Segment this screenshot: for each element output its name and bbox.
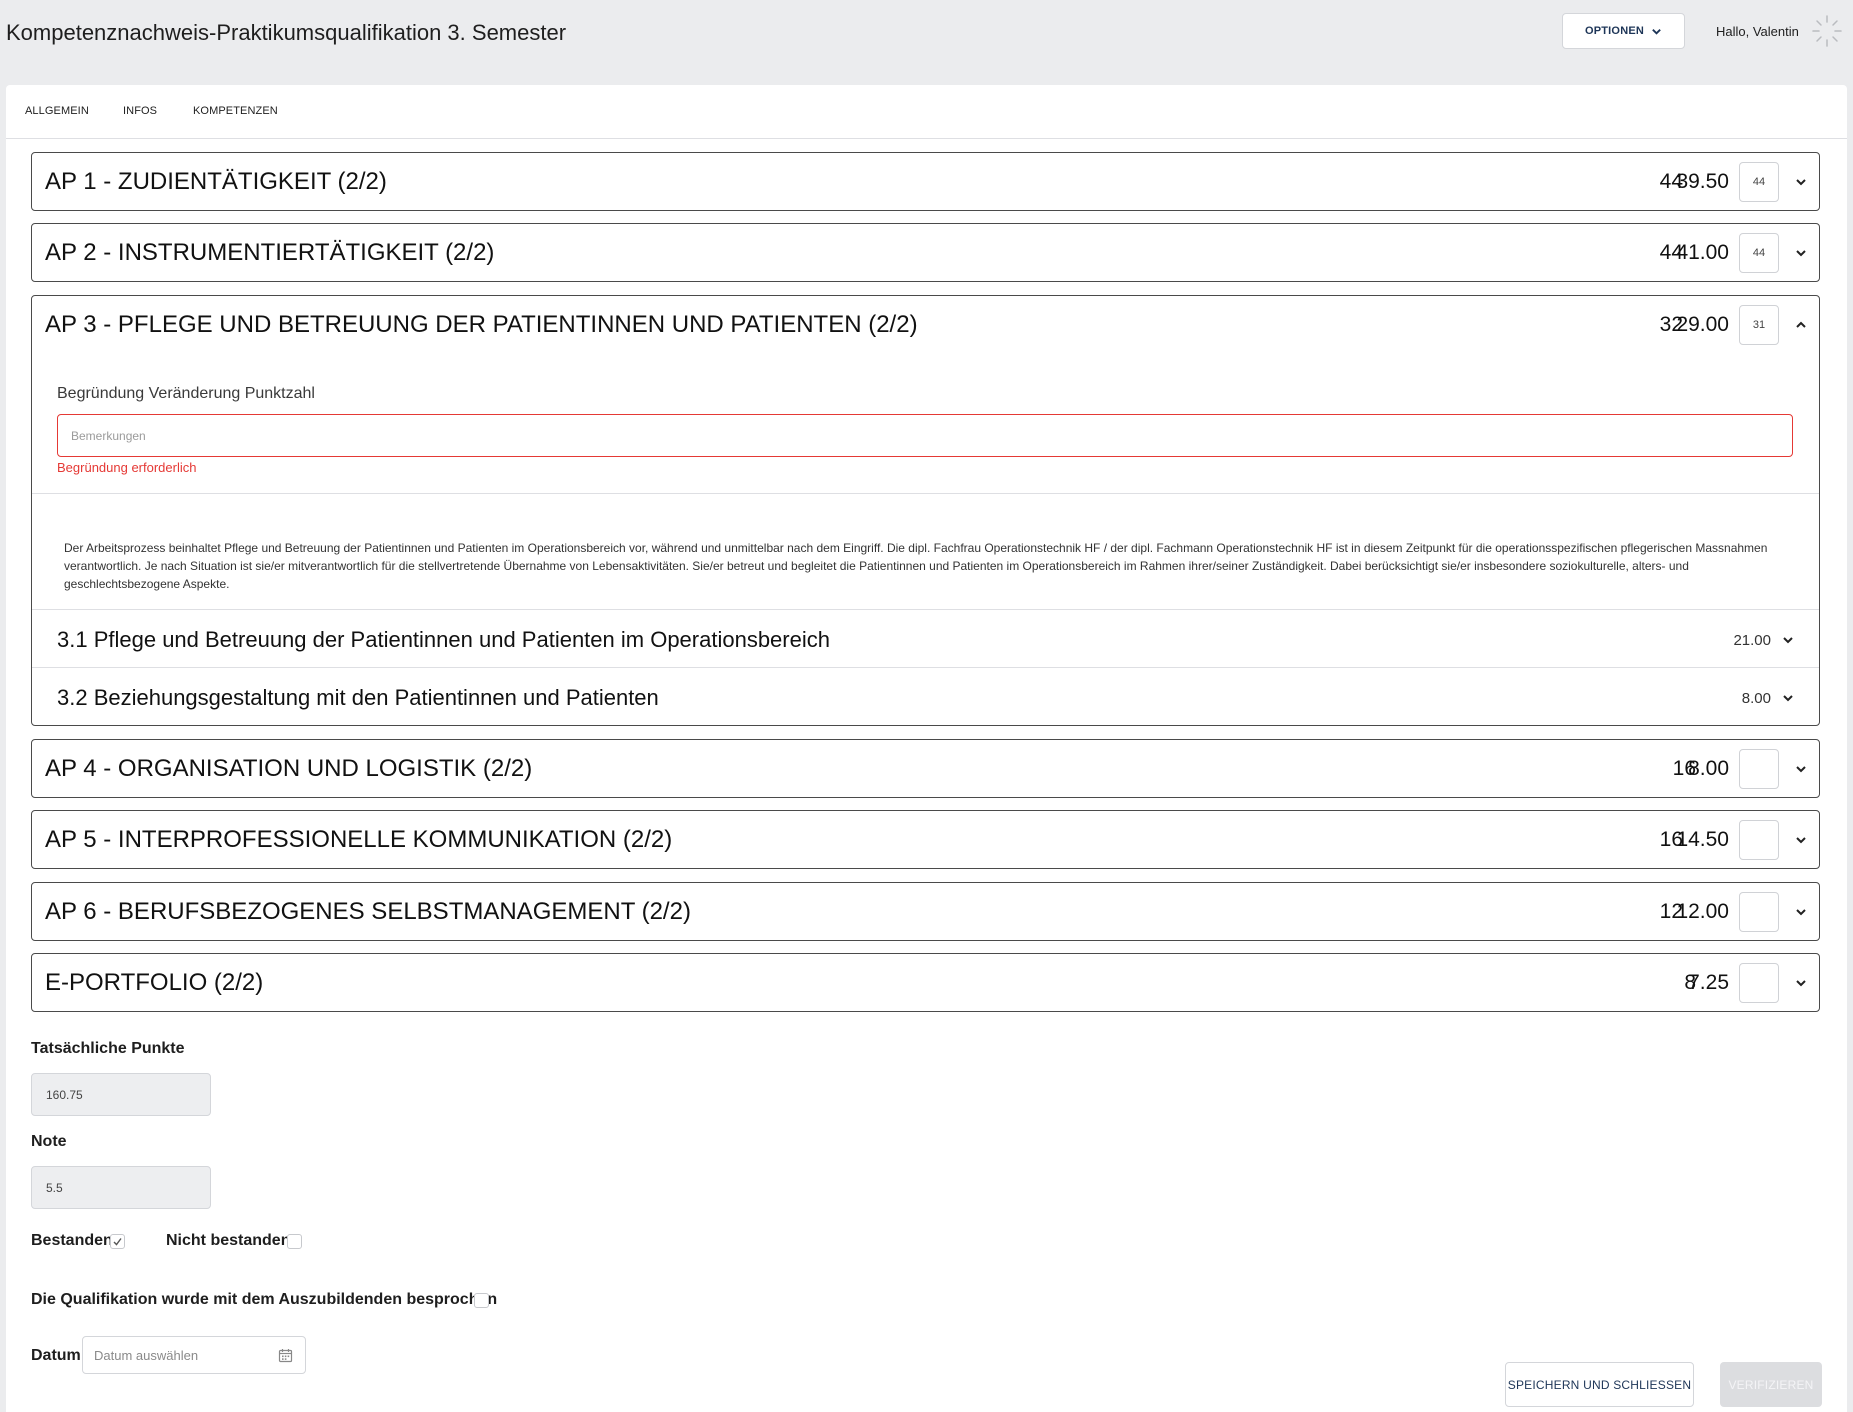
checkmark-icon xyxy=(113,1238,122,1246)
points-input[interactable] xyxy=(1739,892,1779,932)
points-input[interactable]: 44 xyxy=(1739,162,1779,202)
divider xyxy=(32,609,1819,610)
chevron-down-icon[interactable] xyxy=(1794,833,1808,847)
subsection-title: 3.1 Pflege und Betreuung der Patientinne… xyxy=(57,627,830,652)
panel-title: AP 3 - PFLEGE UND BETREUUNG DER PATIENTI… xyxy=(45,311,918,338)
calendar-icon[interactable] xyxy=(278,1348,293,1363)
panel-title: AP 2 - INSTRUMENTIERTÄTIGKEIT (2/2) xyxy=(45,239,495,266)
remarks-input[interactable] xyxy=(57,414,1793,457)
grade-field: 5.5 xyxy=(31,1166,211,1209)
panel-ap6[interactable]: AP 6 - BERUFSBEZOGENES SELBSTMANAGEMENT … xyxy=(31,882,1820,941)
panel-title: AP 1 - ZUDIENTÄTIGKEIT (2/2) xyxy=(45,168,387,195)
options-button[interactable]: OPTIONEN xyxy=(1562,13,1685,49)
date-placeholder: Datum auswählen xyxy=(94,1348,199,1363)
tab-bar: ALLGEMEIN INFOS KOMPETENZEN xyxy=(6,85,1847,139)
date-picker-input[interactable]: Datum auswählen xyxy=(82,1336,306,1374)
panel-achieved-points: 39.50 xyxy=(1676,170,1729,193)
panel-ap1[interactable]: AP 1 - ZUDIENTÄTIGKEIT (2/2) 44 39.50 44 xyxy=(31,152,1820,211)
options-button-label: OPTIONEN xyxy=(1584,25,1645,37)
panel-ap2[interactable]: AP 2 - INSTRUMENTIERTÄTIGKEIT (2/2) 44 4… xyxy=(31,223,1820,282)
points-input[interactable]: 31 xyxy=(1739,305,1779,345)
points-input[interactable] xyxy=(1739,749,1779,789)
panel-title: AP 5 - INTERPROFESSIONELLE KOMMUNIKATION… xyxy=(45,826,673,853)
panel-achieved-points: 14.50 xyxy=(1676,828,1729,851)
tab-allgemein[interactable]: ALLGEMEIN xyxy=(25,105,89,117)
discussed-label: Die Qualifikation wurde mit dem Auszubil… xyxy=(31,1291,498,1308)
divider xyxy=(32,493,1819,494)
panel-e-portfolio[interactable]: E-PORTFOLIO (2/2) 8 7.25 xyxy=(31,953,1820,1012)
panel-ap3: AP 3 - PFLEGE UND BETREUUNG DER PATIENTI… xyxy=(31,295,1820,726)
panel-achieved-points: 8.00 xyxy=(1688,757,1729,780)
divider xyxy=(32,667,1819,668)
chevron-down-icon[interactable] xyxy=(1794,762,1808,776)
avatar-loading-icon[interactable] xyxy=(1810,13,1844,49)
panel-ap3-header[interactable]: AP 3 - PFLEGE UND BETREUUNG DER PATIENTI… xyxy=(32,296,1819,353)
panel-ap5[interactable]: AP 5 - INTERPROFESSIONELLE KOMMUNIKATION… xyxy=(31,810,1820,869)
grade-label: Note xyxy=(31,1133,67,1150)
chevron-down-icon[interactable] xyxy=(1781,691,1795,705)
reason-label: Begründung Veränderung Punktzahl xyxy=(57,385,315,402)
panel-ap4[interactable]: AP 4 - ORGANISATION UND LOGISTIK (2/2) 1… xyxy=(31,739,1820,798)
passed-checkbox[interactable] xyxy=(110,1234,125,1249)
passed-label: Bestanden xyxy=(31,1232,113,1249)
panel-achieved-points: 29.00 xyxy=(1676,313,1729,336)
chevron-down-icon[interactable] xyxy=(1794,246,1808,260)
user-greeting: Hallo, Valentin xyxy=(1716,24,1799,39)
subsection-title: 3.2 Beziehungsgestaltung mit den Patient… xyxy=(57,685,659,710)
top-bar: Kompetenznachweis-Praktikumsqualifikatio… xyxy=(0,0,1853,85)
discussed-checkbox[interactable] xyxy=(474,1293,489,1308)
tab-infos[interactable]: INFOS xyxy=(123,105,157,117)
panel-achieved-points: 7.25 xyxy=(1688,971,1729,994)
points-input[interactable] xyxy=(1739,820,1779,860)
chevron-up-icon[interactable] xyxy=(1794,318,1808,332)
verify-button[interactable]: VERIFIZIEREN xyxy=(1720,1362,1822,1407)
panel-title: AP 6 - BERUFSBEZOGENES SELBSTMANAGEMENT … xyxy=(45,898,691,925)
actual-points-field: 160.75 xyxy=(31,1073,211,1116)
subsection-score: 21.00 xyxy=(1733,632,1771,649)
points-input[interactable]: 44 xyxy=(1739,233,1779,273)
date-label: Datum xyxy=(31,1347,81,1364)
failed-checkbox[interactable] xyxy=(287,1234,302,1249)
chevron-down-icon xyxy=(1652,28,1661,35)
failed-label: Nicht bestanden xyxy=(166,1232,291,1249)
panel-achieved-points: 12.00 xyxy=(1676,900,1729,923)
subsection-score: 8.00 xyxy=(1741,690,1771,707)
points-input[interactable] xyxy=(1739,963,1779,1003)
chevron-down-icon[interactable] xyxy=(1781,633,1795,647)
actual-points-label: Tatsächliche Punkte xyxy=(31,1040,185,1057)
panel-title: AP 4 - ORGANISATION UND LOGISTIK (2/2) xyxy=(45,755,533,782)
reason-error-message: Begründung erforderlich xyxy=(57,460,197,475)
tab-kompetenzen[interactable]: KOMPETENZEN xyxy=(193,105,278,117)
panel-title: E-PORTFOLIO (2/2) xyxy=(45,969,264,996)
save-and-close-button[interactable]: SPEICHERN UND SCHLIESSEN xyxy=(1505,1362,1694,1407)
chevron-down-icon[interactable] xyxy=(1794,175,1808,189)
chevron-down-icon[interactable] xyxy=(1794,905,1808,919)
panel-achieved-points: 41.00 xyxy=(1676,241,1729,264)
chevron-down-icon[interactable] xyxy=(1794,976,1808,990)
panel-description: Der Arbeitsprozess beinhaltet Pflege und… xyxy=(64,541,1768,591)
page-title: Kompetenznachweis-Praktikumsqualifikatio… xyxy=(6,20,567,45)
